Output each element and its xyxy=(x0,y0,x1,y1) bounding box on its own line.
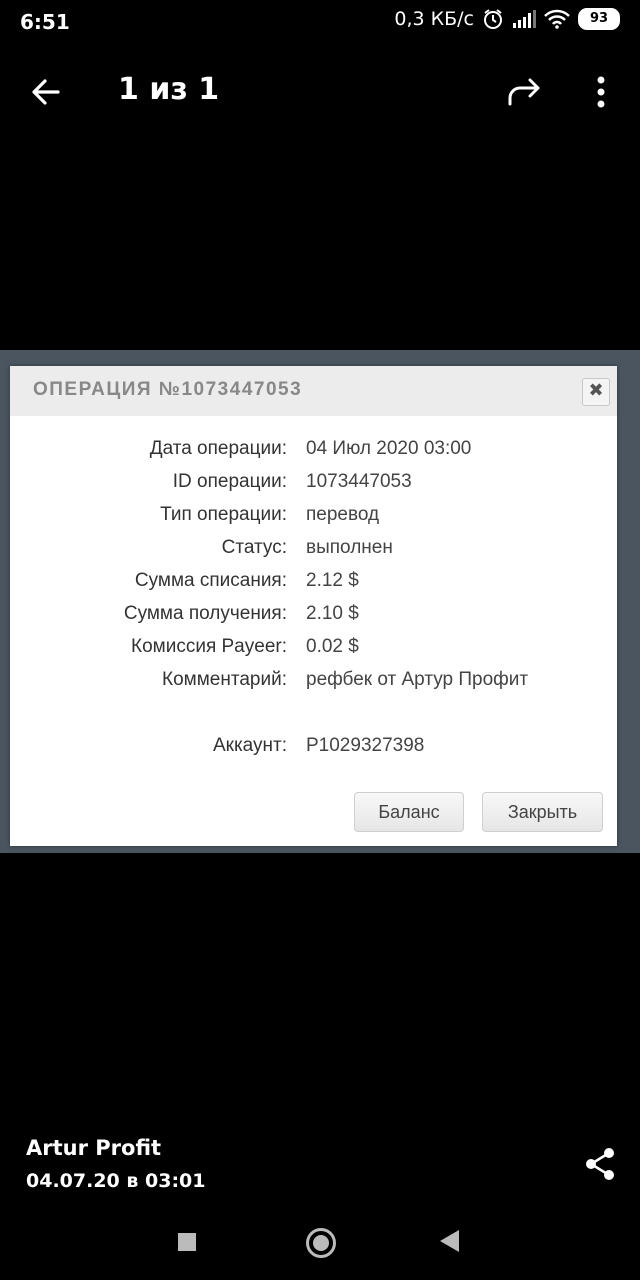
battery-icon: 93 xyxy=(578,8,620,30)
detail-label: Сумма списания: xyxy=(134,570,287,591)
balance-button: Баланс xyxy=(354,792,464,832)
wifi-icon xyxy=(544,9,570,29)
detail-label: Комиссия Payeer: xyxy=(131,636,287,657)
detail-label: Тип операции: xyxy=(160,504,287,525)
detail-row: Комментарий: рефбек от Артур Профит xyxy=(10,669,617,699)
status-bar: 6:51 0,3 КБ/с 93 xyxy=(0,0,640,44)
detail-row: Тип операции: перевод xyxy=(10,504,617,534)
back-arrow-icon[interactable] xyxy=(28,74,64,110)
detail-row: Сумма списания: 2.12 $ xyxy=(10,570,617,600)
sent-date: 04.07.20 в 03:01 xyxy=(26,1170,206,1192)
detail-label: Сумма получения: xyxy=(123,603,287,624)
detail-value: рефбек от Артур Профит xyxy=(306,669,529,690)
detail-row: Дата операции: 04 Июл 2020 03:00 xyxy=(10,438,617,468)
detail-row: ID операции: 1073447053 xyxy=(10,471,617,501)
share-icon[interactable] xyxy=(582,1146,618,1182)
detail-label: Дата операции: xyxy=(149,438,287,459)
detail-label: Комментарий: xyxy=(162,669,287,690)
share-arrow-icon[interactable] xyxy=(504,74,544,110)
more-vert-icon[interactable] xyxy=(586,72,616,112)
dialog-header: ОПЕРАЦИЯ №1073447053 ✖ xyxy=(10,366,617,416)
detail-label: Аккаунт: xyxy=(212,735,287,756)
detail-value: 2.10 $ xyxy=(306,603,359,624)
dialog-title: ОПЕРАЦИЯ №1073447053 xyxy=(33,379,303,400)
detail-value: P1029327398 xyxy=(306,735,425,756)
status-icons: 0,3 КБ/с 93 xyxy=(394,8,620,30)
detail-value: 2.12 $ xyxy=(306,570,359,591)
home-button[interactable] xyxy=(306,1228,336,1258)
signal-icon xyxy=(513,10,536,28)
page-title: 1 из 1 xyxy=(118,72,220,107)
detail-label: ID операции: xyxy=(172,471,287,492)
close-icon: ✖ xyxy=(582,378,610,406)
detail-row: Статус: выполнен xyxy=(10,537,617,567)
top-app-bar: 1 из 1 xyxy=(0,60,640,124)
close-button: Закрыть xyxy=(482,792,603,832)
sender-name: Artur Profit xyxy=(26,1136,162,1160)
detail-value: выполнен xyxy=(306,537,393,558)
detail-value: перевод xyxy=(306,504,380,525)
detail-value: 1073447053 xyxy=(306,471,412,492)
nav-back-button[interactable] xyxy=(440,1230,459,1252)
detail-row: Аккаунт: P1029327398 xyxy=(10,735,617,765)
detail-label: Статус: xyxy=(221,537,287,558)
detail-row: Сумма получения: 2.10 $ xyxy=(10,603,617,633)
status-time: 6:51 xyxy=(20,10,70,34)
network-speed: 0,3 КБ/с xyxy=(394,8,474,30)
detail-row: Комиссия Payeer: 0.02 $ xyxy=(10,636,617,666)
recents-button[interactable] xyxy=(178,1233,196,1251)
detail-value: 0.02 $ xyxy=(306,636,359,657)
operation-dialog: ОПЕРАЦИЯ №1073447053 ✖ Дата операции: 04… xyxy=(10,366,617,846)
detail-value: 04 Июл 2020 03:00 xyxy=(306,438,472,459)
alarm-icon xyxy=(484,9,502,29)
